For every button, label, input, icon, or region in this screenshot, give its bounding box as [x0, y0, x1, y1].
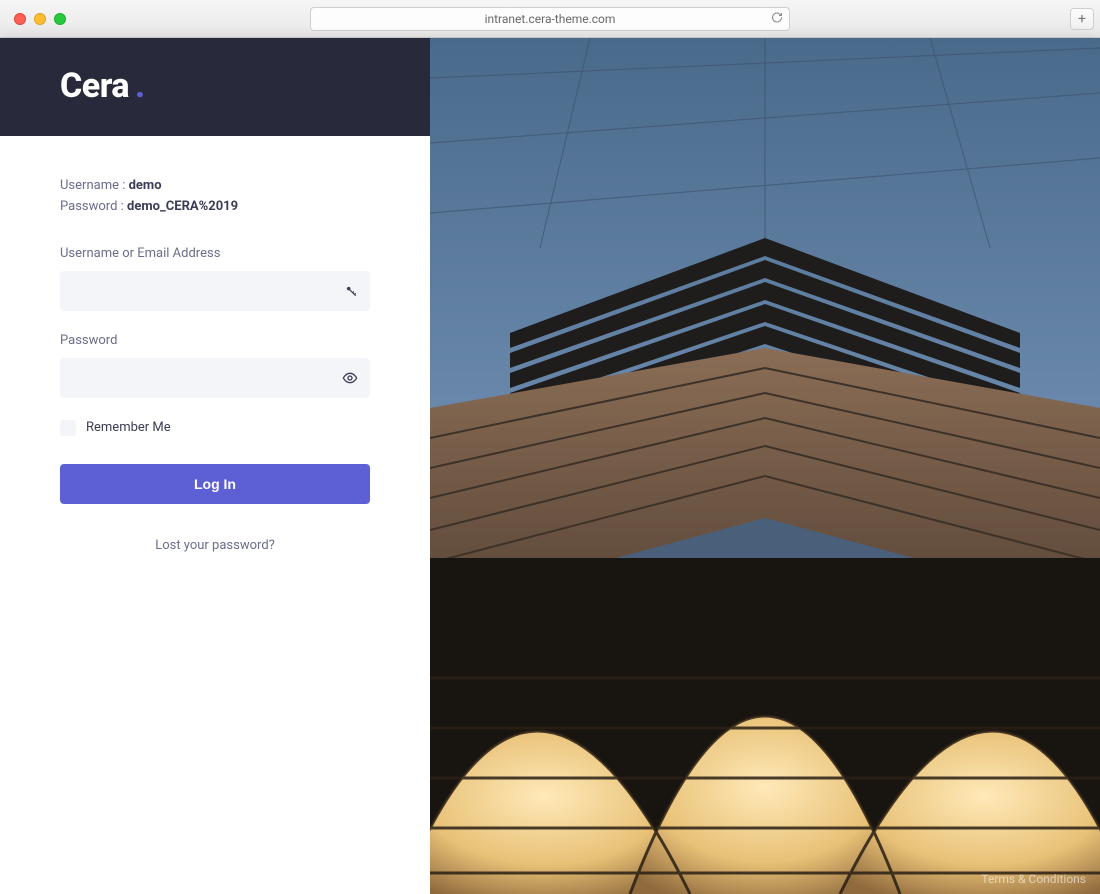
minimize-window-button[interactable]: [34, 13, 46, 25]
terms-link[interactable]: Terms & Conditions: [981, 872, 1086, 886]
login-panel: Cera. Username : demo Password : demo_CE…: [0, 38, 430, 894]
remember-checkbox[interactable]: [60, 420, 76, 436]
brand-header: Cera.: [0, 38, 430, 136]
lost-password-link[interactable]: Lost your password?: [60, 538, 370, 553]
login-button[interactable]: Log In: [60, 464, 370, 504]
close-window-button[interactable]: [14, 13, 26, 25]
password-field-wrap: [60, 358, 370, 398]
new-tab-button[interactable]: +: [1070, 8, 1094, 30]
demo-credentials: Username : demo Password : demo_CERA%201…: [60, 176, 370, 218]
maximize-window-button[interactable]: [54, 13, 66, 25]
window-chrome: intranet.cera-theme.com +: [0, 0, 1100, 38]
eye-icon[interactable]: [342, 370, 358, 386]
demo-password-value: demo_CERA%2019: [127, 199, 238, 214]
address-bar-wrap: intranet.cera-theme.com: [310, 7, 790, 31]
username-field-wrap: [60, 271, 370, 311]
remember-label: Remember Me: [86, 420, 171, 435]
traffic-lights: [14, 13, 66, 25]
password-input[interactable]: [60, 358, 370, 398]
address-url: intranet.cera-theme.com: [485, 12, 616, 26]
hero-image: Terms & Conditions: [430, 38, 1100, 894]
brand-name: Cera: [60, 66, 129, 106]
reload-icon[interactable]: [771, 11, 783, 26]
address-bar[interactable]: intranet.cera-theme.com: [310, 7, 790, 31]
username-label: Username or Email Address: [60, 246, 370, 261]
password-label: Password: [60, 333, 370, 348]
demo-password-label: Password :: [60, 199, 127, 214]
demo-username-label: Username :: [60, 178, 129, 193]
remember-row: Remember Me: [60, 420, 370, 436]
brand-dot: .: [135, 66, 145, 106]
page-viewport: Cera. Username : demo Password : demo_CE…: [0, 38, 1100, 894]
demo-username-value: demo: [129, 178, 162, 193]
login-form: Username : demo Password : demo_CERA%201…: [0, 136, 430, 553]
key-icon[interactable]: [344, 284, 358, 298]
username-input[interactable]: [60, 271, 370, 311]
